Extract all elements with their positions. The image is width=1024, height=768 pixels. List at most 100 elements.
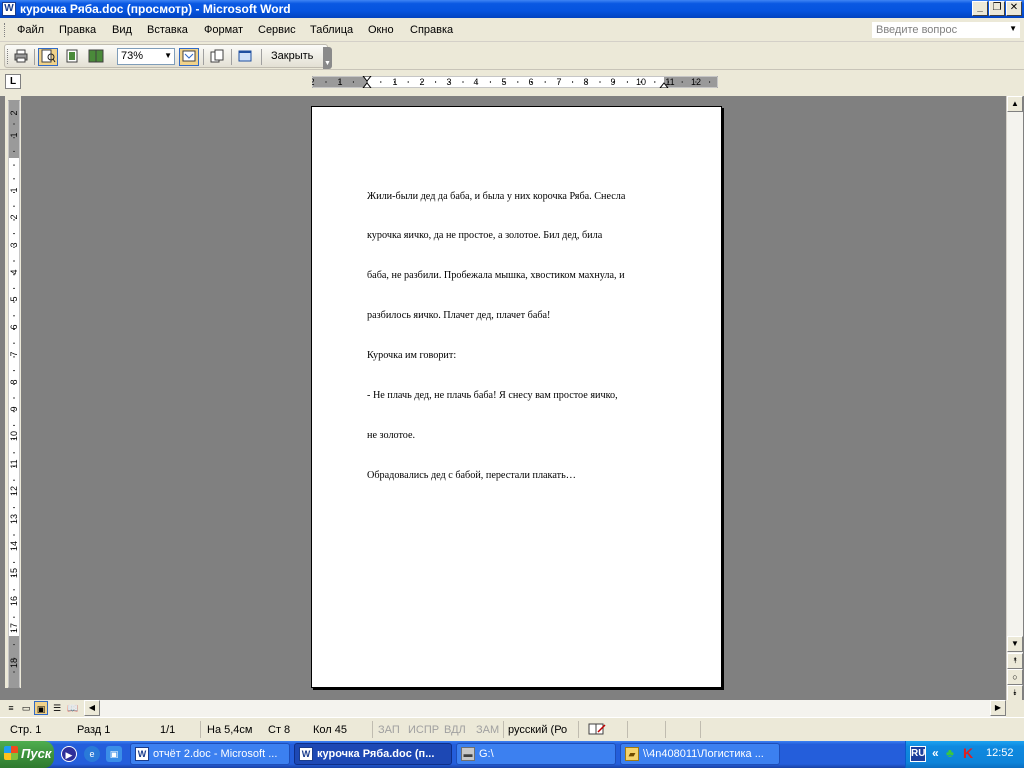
ruler-view-icon bbox=[182, 50, 196, 62]
taskbar-item-report-doc[interactable]: W отчёт 2.doc - Microsoft ... bbox=[130, 743, 290, 765]
view-ruler-button[interactable] bbox=[179, 48, 199, 66]
scroll-up-arrow-icon[interactable]: ▲ bbox=[1007, 96, 1023, 112]
show-hidden-icons-chevron-icon[interactable]: « bbox=[932, 746, 939, 760]
web-layout-icon[interactable]: ▭ bbox=[19, 701, 33, 715]
vertical-ruler-bar: 2 1 1 2 3 4 5 6 7 8 9 10 11 12 13 14 15 … bbox=[8, 100, 20, 688]
ruler-label: 2 bbox=[9, 110, 19, 115]
ruler-label: 6 bbox=[528, 77, 533, 87]
scroll-down-arrow-icon[interactable]: ▼ bbox=[1007, 636, 1023, 652]
ruler-label: 7 bbox=[9, 351, 19, 356]
folder-icon: ▰ bbox=[625, 747, 639, 761]
ruler-label: 9 bbox=[9, 406, 19, 411]
close-window-button[interactable]: ✕ bbox=[1006, 1, 1022, 16]
clock[interactable]: 12:52 bbox=[986, 747, 1014, 759]
print-button[interactable] bbox=[11, 48, 31, 66]
status-language[interactable]: русский (Ро bbox=[508, 724, 567, 736]
network-icon[interactable]: ♣ bbox=[946, 746, 960, 762]
ruler-label: 2 bbox=[312, 77, 315, 87]
menu-tools[interactable]: Сервис bbox=[258, 24, 296, 36]
ruler-label: 14 bbox=[9, 541, 19, 551]
minimize-button[interactable]: _ bbox=[972, 1, 988, 16]
toolbar-options-chevron-icon[interactable]: ▼ bbox=[323, 47, 332, 69]
restore-button[interactable]: ❐ bbox=[989, 1, 1005, 16]
status-extend-selection[interactable]: ВДЛ bbox=[444, 724, 466, 736]
menu-insert[interactable]: Вставка bbox=[147, 24, 188, 36]
status-track-changes[interactable]: ИСПР bbox=[408, 724, 439, 736]
help-question-input[interactable]: Введите вопрос ▼ bbox=[872, 22, 1020, 38]
magnifier-button[interactable] bbox=[38, 48, 58, 66]
taskbar-item-label: \\4n408011\Логистика ... bbox=[643, 748, 764, 760]
previous-page-icon[interactable]: ⯭ bbox=[1007, 653, 1023, 669]
language-indicator[interactable]: RU bbox=[910, 746, 926, 762]
antivirus-icon[interactable]: K bbox=[963, 745, 977, 761]
menu-view[interactable]: Вид bbox=[112, 24, 132, 36]
start-label: Пуск bbox=[21, 746, 52, 761]
document-body[interactable]: Жили-были дед да баба, и была у них коро… bbox=[367, 163, 673, 509]
full-screen-button[interactable] bbox=[235, 48, 255, 66]
ruler-label: 4 bbox=[473, 77, 478, 87]
status-overtype[interactable]: ЗАМ bbox=[476, 724, 499, 736]
multiple-pages-button[interactable] bbox=[86, 48, 106, 66]
ruler-label: 7 bbox=[556, 77, 561, 87]
system-tray: RU « ♣ K 12:52 bbox=[905, 741, 1024, 768]
horizontal-ruler[interactable]: 2 1 1 2 3 4 5 6 7 8 9 10 11 12 bbox=[312, 76, 718, 88]
status-page-count: 1/1 bbox=[160, 724, 176, 736]
title-bar[interactable]: W курочка Ряба.doc (просмотр) - Microsof… bbox=[0, 0, 1024, 18]
status-separator bbox=[200, 721, 201, 738]
magnifier-page-icon bbox=[41, 49, 56, 63]
taskbar-item-logistics-folder[interactable]: ▰ \\4n408011\Логистика ... bbox=[620, 743, 780, 765]
toolbar-strip: 73% ▼ Закрыть ▼ bbox=[4, 44, 332, 69]
document-line: - Не плачь дед, не плачь баба! Я снесу в… bbox=[367, 390, 618, 402]
horizontal-scrollbar[interactable]: ◀ ▶ bbox=[84, 700, 1006, 717]
toolbar-grip[interactable] bbox=[7, 49, 10, 64]
ruler-label: 9 bbox=[610, 77, 615, 87]
ruler-label: 1 bbox=[9, 187, 19, 192]
taskbar-item-ryaba-doc[interactable]: W курочка Ряба.doc (п... bbox=[294, 743, 452, 765]
menu-window[interactable]: Окно bbox=[368, 24, 394, 36]
shrink-to-fit-button[interactable] bbox=[207, 48, 227, 66]
spelling-check-book-icon[interactable] bbox=[588, 722, 606, 736]
chevron-down-icon[interactable]: ▼ bbox=[164, 51, 172, 60]
desktop-icon[interactable]: ▣ bbox=[106, 746, 122, 762]
outline-view-icon[interactable]: ☰ bbox=[50, 701, 64, 715]
print-layout-icon[interactable]: ▣ bbox=[34, 701, 48, 715]
status-position: На 5,4см bbox=[207, 724, 253, 736]
zoom-select[interactable]: 73% ▼ bbox=[117, 48, 175, 65]
vertical-ruler[interactable]: 2 1 1 2 3 4 5 6 7 8 9 10 11 12 13 14 15 … bbox=[5, 96, 21, 688]
chevron-down-icon[interactable]: ▼ bbox=[1009, 24, 1017, 33]
menu-format[interactable]: Формат bbox=[204, 24, 243, 36]
status-separator bbox=[372, 721, 373, 738]
taskbar-item-drive-g[interactable]: ▬ G:\ bbox=[456, 743, 616, 765]
status-record-macro[interactable]: ЗАП bbox=[378, 724, 400, 736]
reading-layout-icon[interactable]: 📖 bbox=[66, 701, 80, 715]
menu-help[interactable]: Справка bbox=[410, 24, 453, 36]
normal-view-icon[interactable]: ≡ bbox=[4, 701, 18, 715]
media-player-icon[interactable]: ▶ bbox=[61, 746, 77, 762]
internet-explorer-icon[interactable]: e bbox=[84, 746, 100, 762]
scroll-left-arrow-icon[interactable]: ◀ bbox=[84, 700, 100, 716]
next-page-icon[interactable]: ⯯ bbox=[1007, 685, 1023, 701]
menu-file[interactable]: Файл bbox=[17, 24, 44, 36]
one-page-button[interactable] bbox=[62, 48, 82, 66]
document-line: Жили-были дед да баба, и была у них коро… bbox=[367, 190, 626, 202]
toolbar-separator bbox=[203, 49, 204, 65]
document-page[interactable]: Жили-были дед да баба, и была у них коро… bbox=[311, 106, 722, 688]
vertical-scrollbar[interactable]: ▲ ▼ ⯭ ○ ⯯ bbox=[1006, 96, 1023, 701]
close-preview-button[interactable]: Закрыть bbox=[271, 50, 313, 62]
multiple-pages-icon bbox=[88, 49, 104, 63]
ruler-label: 1 bbox=[392, 77, 397, 87]
ruler-label: 3 bbox=[9, 242, 19, 247]
menu-grip[interactable] bbox=[4, 23, 7, 37]
tab-selector[interactable]: L bbox=[5, 74, 21, 89]
document-line: баба, не разбили. Пробежала мышка, хвост… bbox=[367, 270, 625, 282]
select-browse-object-icon[interactable]: ○ bbox=[1007, 669, 1023, 685]
word-document-icon[interactable]: W bbox=[2, 2, 16, 16]
ruler-label: 4 bbox=[9, 269, 19, 274]
print-preview-toolbar: 73% ▼ Закрыть ▼ bbox=[0, 42, 1024, 70]
menu-edit[interactable]: Правка bbox=[59, 24, 96, 36]
start-button[interactable]: Пуск bbox=[0, 741, 54, 768]
scroll-right-arrow-icon[interactable]: ▶ bbox=[990, 700, 1006, 716]
document-line: не золотое. bbox=[367, 429, 416, 441]
menu-table[interactable]: Таблица bbox=[310, 24, 353, 36]
zoom-value: 73% bbox=[121, 50, 144, 62]
